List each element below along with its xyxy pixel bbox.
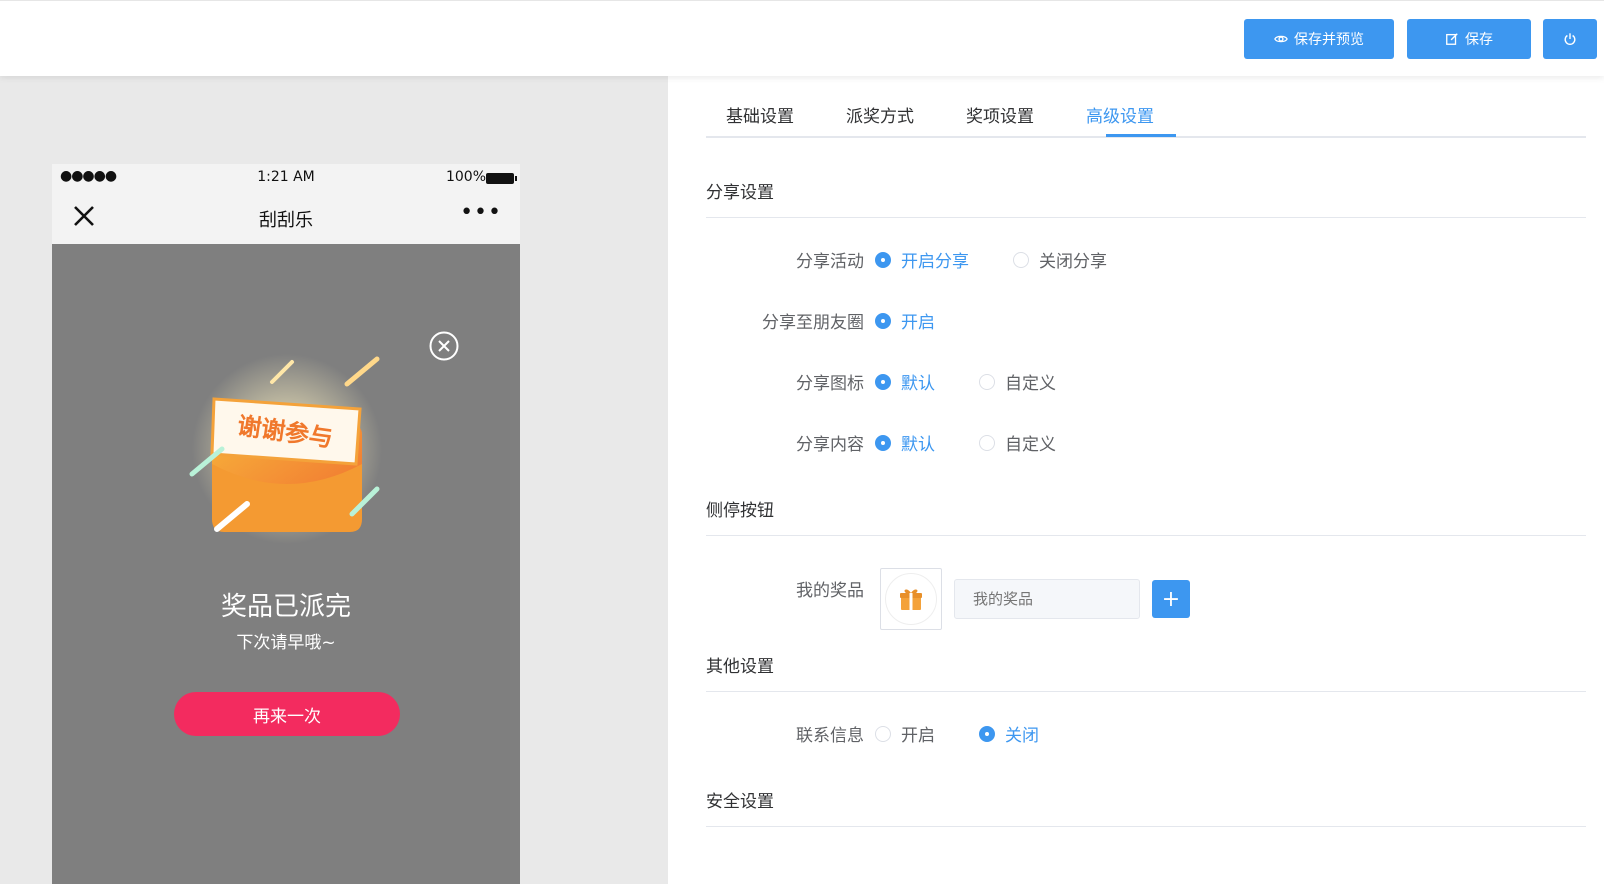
radio-label: 自定义 [1005, 374, 1056, 394]
divider [706, 691, 1586, 692]
radio-label: 关闭分享 [1039, 252, 1107, 272]
tab-advanced-settings[interactable]: 高级设置 [1086, 102, 1154, 127]
share-activity-on-radio[interactable]: 开启分享 [875, 247, 969, 272]
radio-checked-icon [875, 251, 891, 268]
radio-label: 默认 [901, 374, 935, 394]
gift-icon [900, 589, 922, 610]
exit-button[interactable] [1543, 19, 1597, 59]
divider [706, 217, 1586, 218]
eye-icon [1274, 35, 1288, 43]
phone-nav-bar: 刮刮乐 ••• [52, 192, 520, 244]
try-again-button[interactable]: 再来一次 [174, 692, 400, 736]
my-prize-input[interactable] [954, 579, 1140, 619]
phone-title: 刮刮乐 [259, 210, 313, 231]
divider [706, 535, 1586, 536]
radio-label: 关闭 [1005, 726, 1039, 746]
status-battery-text: 100% [445, 169, 486, 185]
divider [706, 826, 1586, 827]
share-moments-on-radio[interactable]: 开启 [875, 308, 935, 333]
power-icon [1564, 33, 1576, 46]
radio-checked-icon [875, 312, 891, 329]
radio-unchecked-icon [1013, 251, 1029, 268]
radio-unchecked-icon [979, 373, 995, 390]
share-moments-label: 分享至朋友圈 [762, 313, 864, 333]
contact-off-radio[interactable]: 关闭 [979, 721, 1039, 746]
tab-award-method[interactable]: 派奖方式 [846, 102, 914, 127]
add-button[interactable]: + [1152, 580, 1190, 618]
save-button[interactable]: 保存 [1407, 19, 1531, 59]
share-icon-custom-radio[interactable]: 自定义 [979, 369, 1056, 394]
settings-tabs: 基础设置 派奖方式 奖项设置 高级设置 [706, 76, 1586, 138]
radio-checked-icon [875, 434, 891, 451]
radio-unchecked-icon [979, 434, 995, 451]
more-icon[interactable]: ••• [460, 200, 502, 225]
my-prize-label: 我的奖品 [796, 581, 864, 601]
save-and-preview-button[interactable]: 保存并预览 [1244, 19, 1394, 59]
share-content-default-radio[interactable]: 默认 [875, 430, 935, 455]
active-tab-indicator [1106, 134, 1176, 137]
share-icon-default-radio[interactable]: 默认 [875, 369, 935, 394]
radio-unchecked-icon [875, 725, 891, 742]
share-activity-off-radio[interactable]: 关闭分享 [1013, 247, 1107, 272]
section-share-settings: 分享设置 [706, 183, 774, 203]
circle-close-icon[interactable] [428, 330, 460, 362]
radio-label: 开启分享 [901, 252, 969, 272]
section-other-settings: 其他设置 [706, 657, 774, 677]
result-subtitle: 下次请早哦~ [236, 633, 336, 653]
save-and-preview-label: 保存并预览 [1294, 32, 1364, 48]
share-content-custom-radio[interactable]: 自定义 [979, 430, 1056, 455]
phone-preview: ●●●●● 1:21 AM 100% 刮刮乐 ••• 谢谢参与 奖品已派完 下次… [52, 164, 520, 884]
thanks-envelope-illustration: 谢谢参与 [189, 354, 382, 544]
radio-label: 开启 [901, 726, 935, 746]
edit-icon [1446, 33, 1458, 45]
radio-checked-icon [979, 725, 995, 742]
share-activity-label: 分享活动 [796, 252, 864, 272]
result-title: 奖品已派完 [220, 592, 351, 622]
contact-on-radio[interactable]: 开启 [875, 721, 935, 746]
radio-label: 自定义 [1005, 435, 1056, 455]
top-toolbar: 保存并预览 保存 [0, 0, 1604, 76]
radio-label: 默认 [901, 435, 935, 455]
section-side-button: 侧停按钮 [706, 501, 774, 521]
share-content-label: 分享内容 [796, 435, 864, 455]
tab-basic-settings[interactable]: 基础设置 [726, 102, 794, 127]
radio-label: 开启 [901, 313, 935, 333]
share-icon-label: 分享图标 [796, 374, 864, 394]
save-label: 保存 [1465, 32, 1493, 48]
phone-status-bar: ●●●●● 1:21 AM 100% [52, 164, 520, 192]
settings-panel: 基础设置 派奖方式 奖项设置 高级设置 分享设置 分享活动 开启分享 关闭分享 … [668, 76, 1604, 884]
tab-prize-settings[interactable]: 奖项设置 [966, 102, 1034, 127]
contact-info-label: 联系信息 [796, 726, 864, 746]
radio-checked-icon [875, 373, 891, 390]
section-security-settings: 安全设置 [706, 792, 774, 812]
battery-icon [486, 173, 517, 184]
icon-preview [885, 573, 937, 625]
my-prize-icon-upload[interactable] [880, 568, 942, 630]
